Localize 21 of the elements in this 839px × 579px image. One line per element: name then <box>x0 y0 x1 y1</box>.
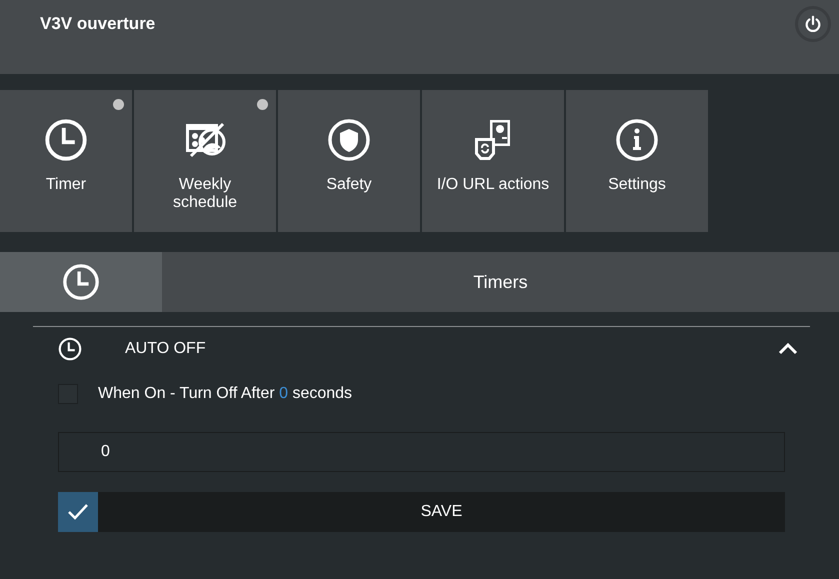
clock-icon <box>44 118 88 162</box>
option-label: When On - Turn Off After 0 seconds <box>98 385 352 403</box>
power-button[interactable] <box>795 6 831 42</box>
checkmark-icon <box>67 503 89 521</box>
menu-tile[interactable]: Timer <box>0 90 132 232</box>
power-icon <box>804 15 822 33</box>
shield-icon <box>327 118 371 162</box>
clock-icon <box>62 263 100 301</box>
clock-icon <box>58 337 82 361</box>
menu-tile[interactable]: I/O URL actions <box>422 90 564 232</box>
tab[interactable]: Timers <box>162 252 839 312</box>
menu-tile[interactable]: Safety <box>278 90 420 232</box>
clock-tab[interactable] <box>0 252 162 312</box>
menu-tile[interactable]: Weekly schedule <box>134 90 276 232</box>
collapse-icon[interactable] <box>778 342 798 356</box>
section-title: AUTO OFF <box>125 340 207 358</box>
info-icon <box>615 118 659 162</box>
window-title: V3V ouverture <box>40 14 156 34</box>
menu-tile[interactable]: Settings <box>566 90 708 232</box>
save-button[interactable]: SAVE <box>58 492 785 532</box>
seconds-input-field[interactable]: 0 <box>58 432 785 472</box>
